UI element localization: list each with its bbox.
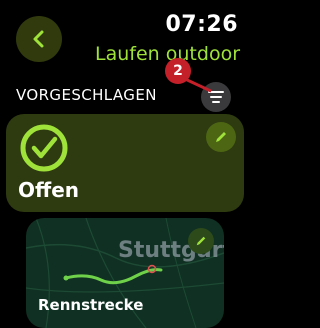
count-badge: 2 — [165, 58, 191, 84]
route-name: Rennstrecke — [38, 296, 144, 314]
section-label: VORGESCHLAGEN — [16, 86, 157, 104]
pencil-icon — [216, 132, 226, 142]
back-button[interactable] — [16, 16, 62, 62]
card-title: Offen — [18, 178, 80, 202]
workout-card-open[interactable]: Offen — [6, 114, 244, 212]
clock-time: 07:26 — [165, 12, 238, 37]
open-goal-icon — [20, 124, 68, 172]
chevron-left-icon — [33, 30, 44, 48]
edit-button[interactable] — [206, 122, 236, 152]
pencil-icon — [196, 236, 206, 246]
edit-button[interactable] — [188, 228, 214, 254]
workout-card-route[interactable]: Stuttgart Rennstrecke — [26, 218, 224, 328]
